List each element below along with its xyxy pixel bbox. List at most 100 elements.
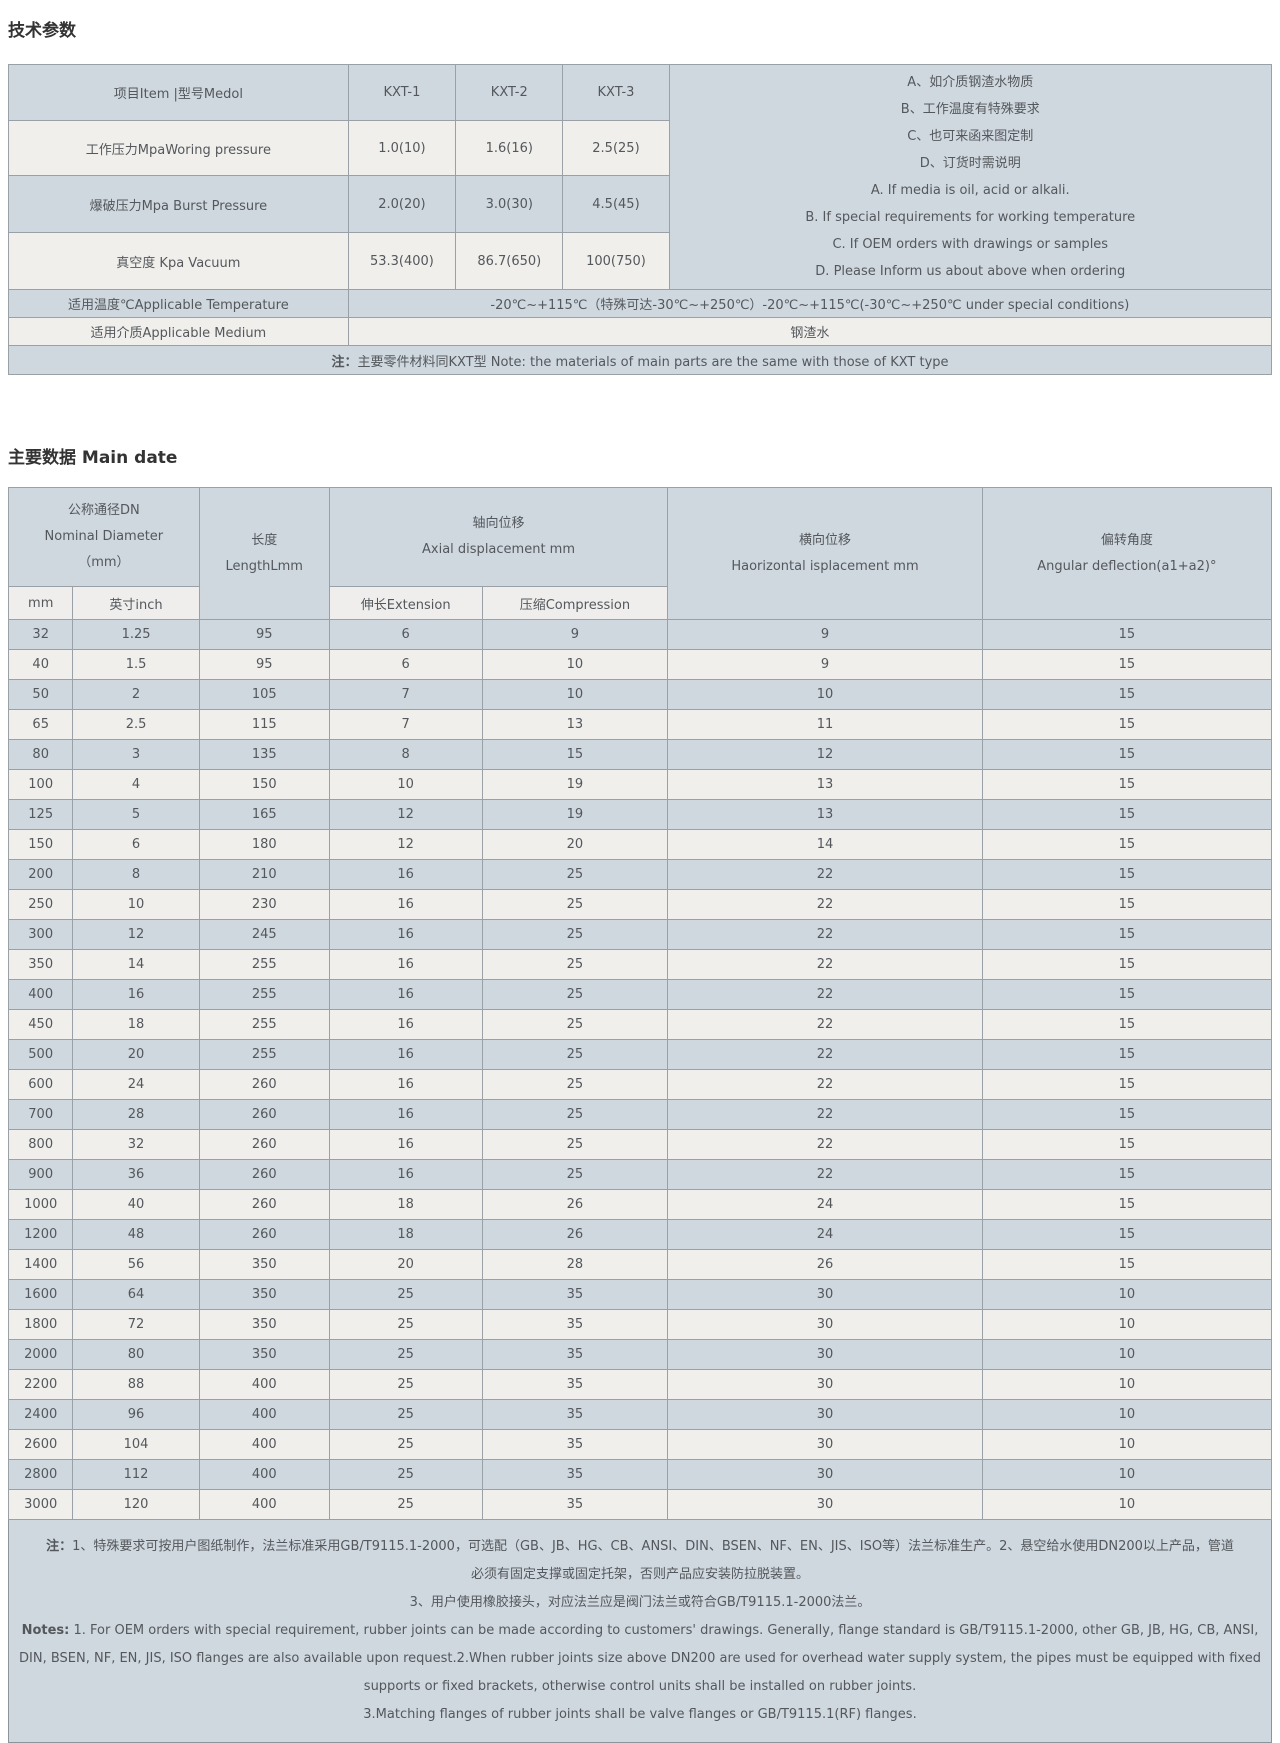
header-horizontal-displacement: 横向位移 Haorizontal isplacement mm (668, 488, 982, 620)
value-cell: 53.3(400) (348, 233, 455, 290)
main-table-cell: 26 (482, 1220, 668, 1250)
main-table-cell: 400 (9, 980, 73, 1010)
main-table-cell: 12 (329, 830, 482, 860)
main-table-cell: 1400 (9, 1250, 73, 1280)
main-table-cell: 95 (199, 620, 329, 650)
main-table-cell: 20 (482, 830, 668, 860)
main-table-cell: 7 (329, 680, 482, 710)
main-table-cell: 350 (199, 1250, 329, 1280)
main-table-cell: 5 (73, 800, 199, 830)
main-table-cell: 14 (668, 830, 982, 860)
main-table-cell: 40 (73, 1190, 199, 1220)
main-table-cell: 2200 (9, 1370, 73, 1400)
bottom-note-line: supports or fixed brackets, otherwise co… (19, 1673, 1261, 1701)
main-table-cell: 96 (73, 1400, 199, 1430)
tech-footnote-row: 注：主要零件材料同KXT型 Note: the materials of mai… (9, 346, 1272, 375)
main-table-cell: 22 (668, 1160, 982, 1190)
main-table-cell: 22 (668, 1010, 982, 1040)
header-line: Haorizontal isplacement mm (673, 554, 976, 580)
main-table-cell: 350 (199, 1310, 329, 1340)
main-table-cell: 30 (668, 1340, 982, 1370)
main-table-cell: 1.25 (73, 620, 199, 650)
main-table-cell: 260 (199, 1190, 329, 1220)
main-table-cell: 2000 (9, 1340, 73, 1370)
tech-row-medium: 适用介质Applicable Medium 钢渣水 (9, 318, 1272, 346)
main-table-cell: 350 (199, 1340, 329, 1370)
main-table-row: 8003226016252215 (9, 1130, 1272, 1160)
main-table-cell: 65 (9, 710, 73, 740)
main-table-row: 100415010191315 (9, 770, 1272, 800)
main-table-cell: 25 (482, 1010, 668, 1040)
main-table-cell: 13 (482, 710, 668, 740)
main-table-row: 12004826018262415 (9, 1220, 1272, 1250)
main-table-cell: 2400 (9, 1400, 73, 1430)
main-table-cell: 22 (668, 1100, 982, 1130)
main-table-row: 4001625516252215 (9, 980, 1272, 1010)
side-note-line: A. If media is oil, acid or alkali. (678, 177, 1263, 204)
main-table-cell: 25 (329, 1430, 482, 1460)
main-table-cell: 15 (982, 1100, 1271, 1130)
subheader-compression: 压缩Compression (482, 587, 668, 620)
main-table-cell: 4 (73, 770, 199, 800)
bottom-notes-box: 注：1、特殊要求可按用户图纸制作，法兰标准采用GB/T9115.1-2000，可… (8, 1520, 1272, 1743)
main-table-cell: 22 (668, 1040, 982, 1070)
header-line: （mm） (14, 550, 194, 576)
main-table-cell: 12 (668, 740, 982, 770)
main-table-cell: 245 (199, 920, 329, 950)
main-table-cell: 56 (73, 1250, 199, 1280)
main-table-cell: 10 (73, 890, 199, 920)
header-line: 长度 (205, 528, 324, 554)
main-table-row: 2501023016252215 (9, 890, 1272, 920)
main-table-cell: 13 (668, 800, 982, 830)
main-table-cell: 260 (199, 1130, 329, 1160)
tech-header-model-kxt1: KXT-1 (348, 65, 455, 121)
main-table-cell: 30 (668, 1490, 982, 1520)
main-table-cell: 14 (73, 950, 199, 980)
main-table-cell: 88 (73, 1370, 199, 1400)
main-table-cell: 200 (9, 860, 73, 890)
main-table-cell: 80 (9, 740, 73, 770)
value-cell: 86.7(650) (456, 233, 563, 290)
main-table-cell: 15 (982, 770, 1271, 800)
main-table-cell: 30 (668, 1460, 982, 1490)
main-table-cell: 16 (329, 980, 482, 1010)
main-table-cell: 15 (982, 1010, 1271, 1040)
main-table-row: 652.51157131115 (9, 710, 1272, 740)
main-table-row: 6002426016252215 (9, 1070, 1272, 1100)
main-table-cell: 95 (199, 650, 329, 680)
main-table-row: 7002826016252215 (9, 1100, 1272, 1130)
main-table-row: 260010440025353010 (9, 1430, 1272, 1460)
main-table-cell: 350 (9, 950, 73, 980)
side-note-line: D. Please Inform us about above when ord… (678, 258, 1263, 285)
side-note-line: B. If special requirements for working t… (678, 204, 1263, 231)
header-line: LengthLmm (205, 554, 324, 580)
side-note-line: C、也可来函来图定制 (678, 123, 1263, 150)
main-table-cell: 150 (199, 770, 329, 800)
main-table-cell: 100 (9, 770, 73, 800)
main-table-cell: 900 (9, 1160, 73, 1190)
main-table-cell: 400 (199, 1460, 329, 1490)
main-table-cell: 15 (982, 680, 1271, 710)
main-table-cell: 16 (329, 920, 482, 950)
header-line: 轴向位移 (335, 511, 662, 537)
main-table-cell: 15 (982, 710, 1271, 740)
main-table-cell: 135 (199, 740, 329, 770)
main-table-cell: 15 (482, 740, 668, 770)
main-table-cell: 25 (482, 890, 668, 920)
section-title-main-data: 主要数据 Main date (8, 447, 1272, 469)
main-table-cell: 3 (73, 740, 199, 770)
main-table-cell: 104 (73, 1430, 199, 1460)
main-table-cell: 22 (668, 950, 982, 980)
row-label: 适用介质Applicable Medium (9, 318, 349, 346)
main-table-cell: 24 (668, 1190, 982, 1220)
main-table-cell: 30 (668, 1430, 982, 1460)
header-angular-deflection: 偏转角度 Angular deflection(a1+a2)° (982, 488, 1271, 620)
main-table-cell: 16 (73, 980, 199, 1010)
main-table-cell: 11 (668, 710, 982, 740)
main-table-row: 321.259569915 (9, 620, 1272, 650)
main-table-cell: 25 (482, 980, 668, 1010)
main-table-cell: 15 (982, 650, 1271, 680)
main-table-cell: 32 (73, 1130, 199, 1160)
main-table-cell: 255 (199, 950, 329, 980)
main-table-cell: 25 (329, 1400, 482, 1430)
